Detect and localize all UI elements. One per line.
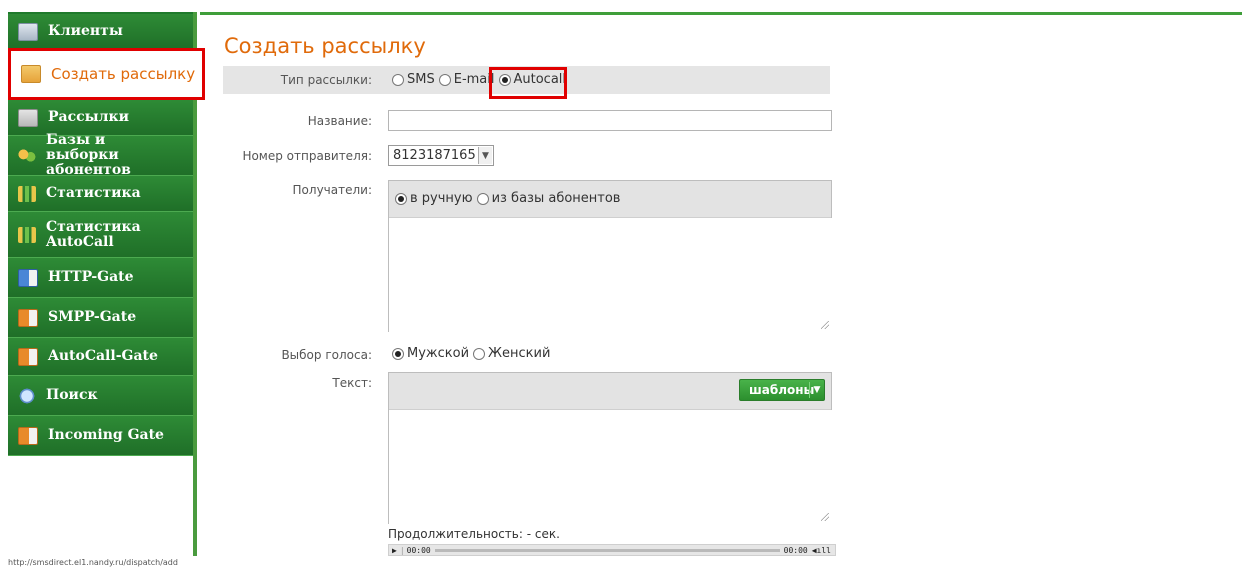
text-label: Текст: [332,376,372,390]
recipients-panel: в ручную из базы абонентов [388,180,833,332]
sidebar-item-search[interactable]: Поиск [8,376,193,416]
sidebar-item-label: Статистика AutoCall [46,218,141,250]
name-input[interactable] [388,110,832,131]
mailings-icon [18,108,38,127]
resize-handle-icon[interactable] [821,513,829,521]
recipients-label: Получатели: [292,183,372,197]
status-bar-url: http://smsdirect.el1.nandy.ru/dispatch/a… [8,558,178,567]
sidebar-item-http-gate[interactable]: HTTP-Gate [8,258,193,298]
voice-radio-female[interactable]: Женский [473,346,550,361]
chevron-down-icon: ▼ [813,385,821,395]
voice-radio-male[interactable]: Мужской [392,346,469,361]
recipients-radio-database[interactable]: из базы абонентов [476,191,621,206]
radio-selected-icon [392,347,404,360]
sidebar-item-incoming-gate[interactable]: Incoming Gate [8,416,193,456]
sidebar-item-label: AutoCall-Gate [48,348,158,364]
radio-selected-icon [395,192,407,205]
voice-label: Выбор голоса: [281,348,372,362]
envelope-icon [21,65,41,83]
type-label: Тип рассылки: [280,73,372,87]
play-icon[interactable]: ▶ [392,546,397,555]
sender-select[interactable]: 8123187165 ▼ [388,145,494,166]
radio-icon [438,73,451,86]
player-time-total: 00:00 [783,545,808,555]
stats-icon [18,185,36,202]
sidebar-item-label: Поиск [46,387,98,403]
radio-icon [473,347,486,360]
stats-icon [18,226,36,243]
text-textarea[interactable] [389,410,833,524]
type-radio-email[interactable]: E-mail [438,72,495,87]
recipients-radio-manual[interactable]: в ручную [395,191,473,206]
radio-icon [392,73,404,86]
text-panel-header: шаблоны ▼ [389,373,831,410]
volume-icon[interactable]: ◀ıll [812,546,831,555]
sidebar-item-label: Клиенты [48,23,123,39]
player-time-current: 00:00 [406,545,431,555]
type-option-label: SMS [407,72,435,87]
sidebar-item-subscriber-bases[interactable]: Базы и выборки абонентов [8,132,193,178]
voice-option-label: Мужской [407,346,470,361]
page-title: Создать рассылку [224,34,426,58]
top-divider [200,12,1242,15]
text-panel: шаблоны ▼ [388,372,833,524]
gate-icon [18,426,38,445]
templates-button[interactable]: шаблоны ▼ [739,379,825,401]
sidebar-item-label: SMPP-Gate [48,309,137,325]
sidebar-item-statistics[interactable]: Статистика [8,176,193,212]
player-divider: | [399,545,405,555]
recipients-options: в ручную из базы абонентов [395,191,624,206]
sidebar-item-label: Incoming Gate [48,427,164,443]
sender-label: Номер отправителя: [242,149,372,163]
autocall-highlight [489,67,567,99]
recipients-option-label: в ручную [410,191,473,206]
search-icon [18,387,36,404]
player-progress[interactable] [434,548,780,552]
voice-option-label: Женский [488,346,551,361]
recipients-textarea[interactable] [389,218,833,332]
users-icon [18,147,36,164]
sidebar-item-label: Базы и выборки абонентов [46,132,131,178]
audio-player: ▶ | 00:00 00:00 ◀ıll [388,544,836,556]
gate-icon [18,268,38,287]
duration-text: Продолжительность: - сек. [388,527,560,541]
voice-options: Мужской Женский [392,346,554,361]
sidebar-item-autocall-gate[interactable]: AutoCall-Gate [8,338,193,376]
chevron-down-icon: ▼ [478,147,492,164]
templates-button-label: шаблоны [749,383,815,397]
resize-handle-icon[interactable] [821,321,829,329]
gate-icon [18,347,38,366]
radio-icon [476,192,489,205]
sidebar-item-mailings[interactable]: Рассылки [8,100,193,136]
sidebar-item-label: Статистика [46,185,141,201]
recipients-panel-header: в ручную из базы абонентов [389,181,831,218]
name-label: Название: [307,114,372,128]
sidebar-item-label: HTTP-Gate [48,269,134,285]
sidebar-item-autocall-statistics[interactable]: Статистика AutoCall [8,212,193,258]
sidebar-item-smpp-gate[interactable]: SMPP-Gate [8,298,193,338]
clients-icon [18,22,38,41]
sidebar-item-clients[interactable]: Клиенты [8,14,193,50]
sender-value: 8123187165 [393,148,476,163]
type-radio-sms[interactable]: SMS [392,72,435,87]
sidebar-item-label: Рассылки [48,109,130,125]
gate-icon [18,308,38,327]
recipients-option-label: из базы абонентов [491,191,621,206]
